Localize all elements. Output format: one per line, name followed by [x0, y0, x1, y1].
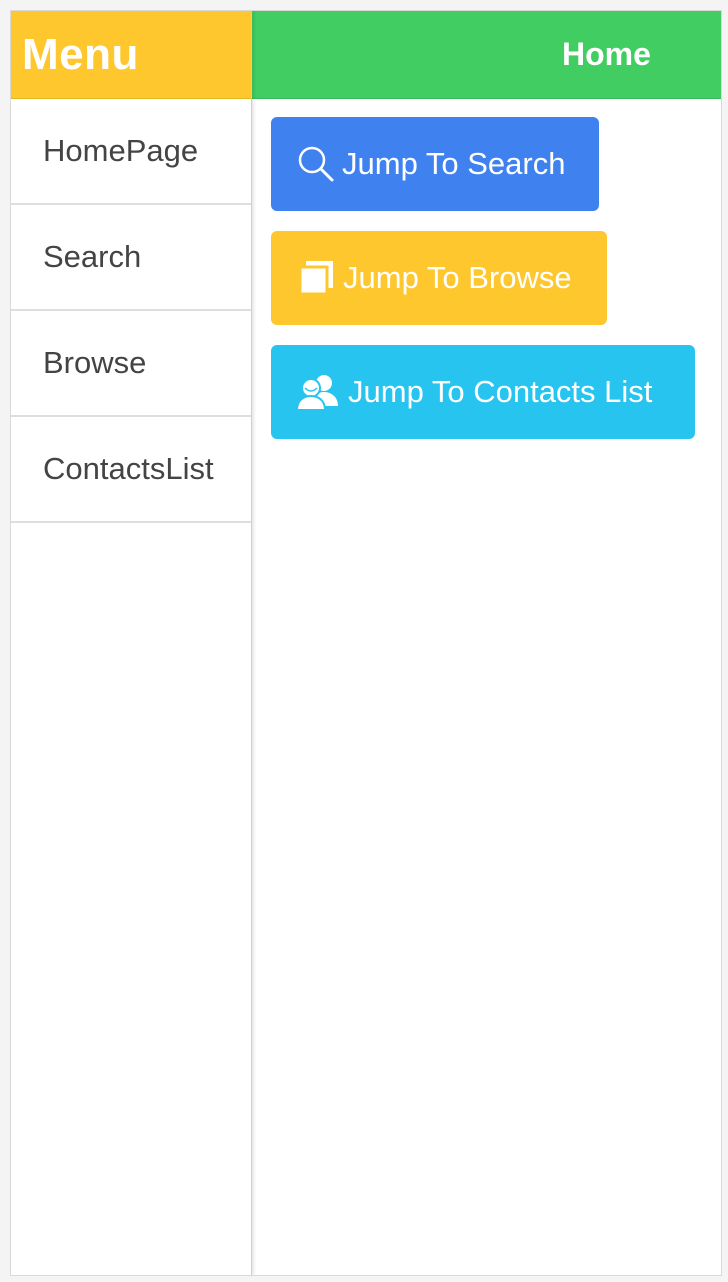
- contacts-icon: [295, 372, 340, 412]
- main-header: Home: [251, 11, 721, 99]
- jump-to-contacts-list-label: Jump To Contacts List: [348, 374, 653, 409]
- app-frame: Menu HomePage Search Browse ContactsList…: [10, 10, 722, 1276]
- sidebar-item-search[interactable]: Search: [11, 205, 251, 311]
- sidebar-header: Menu: [11, 11, 251, 99]
- sidebar-menu: Menu HomePage Search Browse ContactsList: [11, 11, 252, 1275]
- jump-to-search-label: Jump To Search: [342, 146, 566, 181]
- page-title: Home: [562, 36, 651, 72]
- menu-list: HomePage Search Browse ContactsList: [11, 99, 251, 523]
- sidebar-item-homepage[interactable]: HomePage: [11, 99, 251, 205]
- sidebar-item-browse[interactable]: Browse: [11, 311, 251, 417]
- browse-icon: [297, 258, 337, 298]
- search-icon: [296, 144, 336, 184]
- jump-to-browse-label: Jump To Browse: [343, 260, 572, 295]
- main-panel: Home Jump To Search Jump To Browse Jump …: [251, 11, 721, 1275]
- jump-to-browse-button[interactable]: Jump To Browse: [271, 231, 607, 325]
- jump-to-search-button[interactable]: Jump To Search: [271, 117, 599, 211]
- jump-to-contacts-list-button[interactable]: Jump To Contacts List: [271, 345, 695, 439]
- sidebar-title: Menu: [22, 29, 139, 79]
- sidebar-item-contactslist[interactable]: ContactsList: [11, 417, 251, 523]
